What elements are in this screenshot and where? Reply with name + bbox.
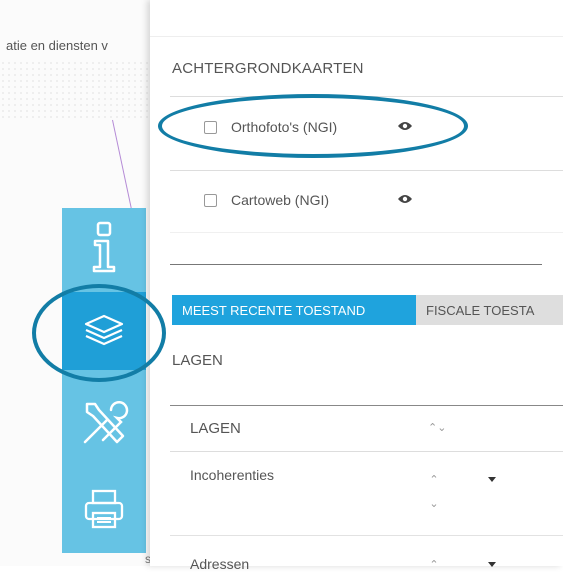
panel-top-bar <box>150 0 563 37</box>
layer-name: Incoherenties <box>190 467 275 483</box>
tab-fiscale-toestand[interactable]: FISCALE TOESTA <box>416 295 563 325</box>
sort-arrows-icon[interactable]: ⌃⌄ <box>428 421 446 434</box>
layers-panel: ACHTERGRONDKAARTEN Orthofoto's (NGI) Car… <box>150 0 563 572</box>
map-texture <box>0 60 150 120</box>
background-map-row[interactable]: Cartoweb (NGI) <box>170 170 563 230</box>
section-separator <box>170 264 542 265</box>
eye-icon[interactable] <box>397 118 413 136</box>
background-map-row[interactable]: Orthofoto's (NGI) <box>170 97 563 157</box>
layer-row: Incoherenties ⌃ ⌄ <box>170 451 563 536</box>
print-button[interactable] <box>62 470 146 548</box>
layers-table-header: LAGEN ⌃⌄ <box>170 405 563 452</box>
dropdown-caret-icon[interactable] <box>488 562 496 567</box>
map-boundary-line <box>112 119 132 209</box>
background-maps-title: ACHTERGRONDKAARTEN <box>172 60 364 77</box>
dropdown-caret-icon[interactable] <box>488 477 496 482</box>
layers-icon <box>83 313 125 349</box>
layer-row: Adressen ⌃ <box>170 536 563 576</box>
info-icon <box>86 219 122 275</box>
eye-icon[interactable] <box>397 191 413 209</box>
layers-column-header: LAGEN <box>190 420 241 437</box>
layers-title: LAGEN <box>172 352 223 369</box>
printer-icon <box>82 487 126 531</box>
background-map-label: Orthofoto's (NGI) <box>231 119 338 135</box>
map-title-text: atie en diensten v <box>6 38 108 53</box>
move-up-icon[interactable]: ⌃ <box>428 556 440 574</box>
vertical-toolbar <box>62 208 146 553</box>
tools-button[interactable] <box>62 384 146 462</box>
move-up-icon[interactable]: ⌃ <box>428 471 440 489</box>
background-map-checkbox[interactable] <box>204 193 217 207</box>
background-map-checkbox[interactable] <box>204 120 217 134</box>
info-button[interactable] <box>62 208 146 286</box>
layers-button[interactable] <box>62 292 146 370</box>
tab-meest-recente-toestand[interactable]: MEEST RECENTE TOESTAND <box>172 295 416 325</box>
move-down-icon[interactable]: ⌄ <box>428 495 440 513</box>
layer-name: Adressen <box>190 556 250 572</box>
wrench-screwdriver-icon <box>77 396 131 450</box>
divider <box>170 232 563 233</box>
background-map-label: Cartoweb (NGI) <box>231 192 330 208</box>
